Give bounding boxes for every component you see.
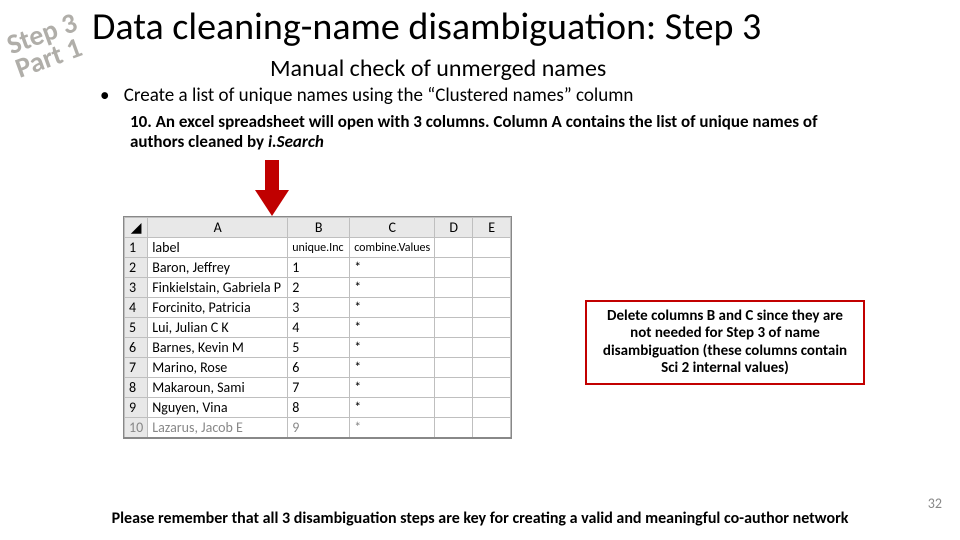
table-row: 10Lazarus, Jacob E9*: [125, 418, 511, 438]
page-subtitle: Manual check of unmerged names: [270, 54, 606, 83]
h-B: unique.Inc: [288, 238, 350, 258]
table-row: 4Forcinito, Patricia3*: [125, 298, 511, 318]
table-row: 8Makaroun, Sami7*: [125, 378, 511, 398]
col-header-row: ◢ A B C D E: [125, 218, 511, 238]
bullet-text: Create a list of unique names using the …: [124, 84, 634, 107]
table-row: 3Finkielstain, Gabriela P2*: [125, 278, 511, 298]
page-title: Data cleaning-name disambiguation: Step …: [92, 4, 761, 50]
table-row: 5Lui, Julian C K4*: [125, 318, 511, 338]
step-stamp: Step 3 Part 1: [4, 9, 89, 81]
step-description: 10. An excel spreadsheet will open with …: [130, 112, 850, 153]
col-A-header: A: [148, 218, 288, 238]
h-C: combine.Values: [350, 238, 435, 258]
table-row: 9Nguyen, Vina8*: [125, 398, 511, 418]
down-arrow-icon: [252, 160, 292, 216]
label-row: 1 label unique.Inc combine.Values: [125, 238, 511, 258]
col-C-header: C: [350, 218, 435, 238]
h-E: [473, 238, 511, 258]
isearch-name: i.Search: [268, 131, 324, 152]
col-B-header: B: [288, 218, 350, 238]
col-D-header: D: [435, 218, 473, 238]
bullet-dot: •: [100, 84, 109, 107]
table-row: 7Marino, Rose6*: [125, 358, 511, 378]
excel-table: ◢ A B C D E 1 label unique.Inc combine.V…: [123, 216, 512, 439]
step-prefix: 10. An excel spreadsheet will open with …: [130, 111, 817, 152]
table-row: 6Barnes, Kevin M5*: [125, 338, 511, 358]
footer-note: Please remember that all 3 disambiguatio…: [0, 509, 960, 528]
col-E-header: E: [473, 218, 511, 238]
rownum: 1: [125, 238, 148, 258]
h-D: [435, 238, 473, 258]
corner-cell: ◢: [125, 218, 148, 238]
bullet-line: • Create a list of unique names using th…: [100, 84, 633, 107]
h-A: label: [148, 238, 288, 258]
table-row: 2Baron, Jeffrey1*: [125, 258, 511, 278]
callout-box: Delete columns B and C since they are no…: [585, 300, 865, 385]
